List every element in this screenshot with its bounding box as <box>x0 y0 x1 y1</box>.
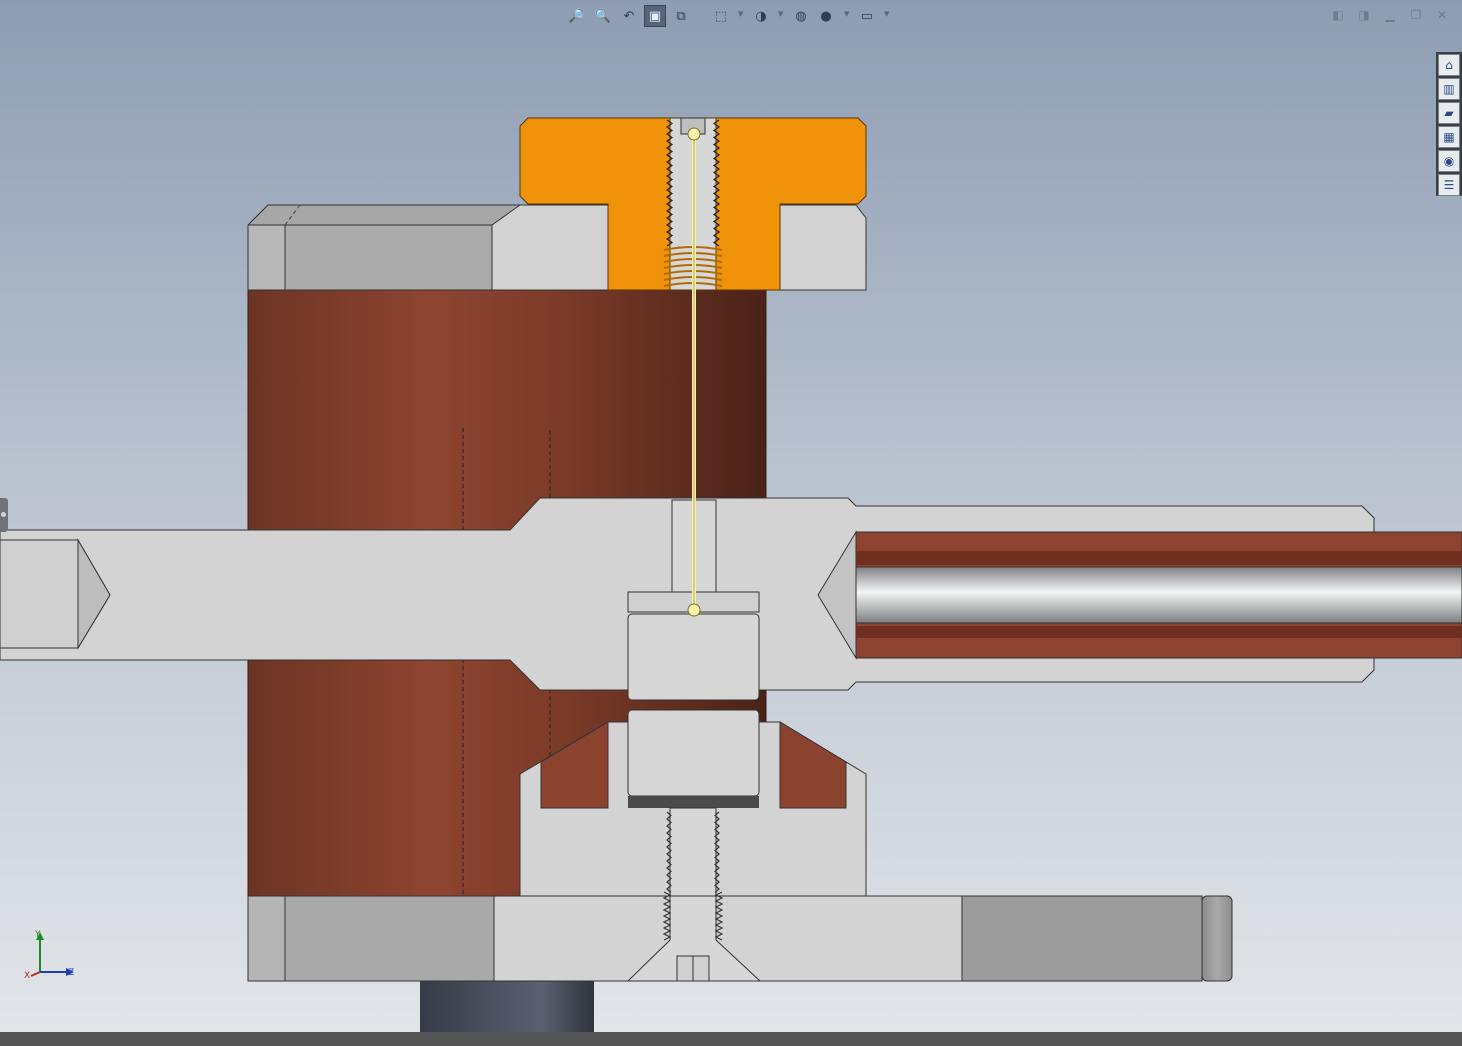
zoom-to-fit-icon[interactable]: 🔎 <box>566 5 588 27</box>
edit-appearance-dropdown-caret-icon[interactable]: ▼ <box>844 10 849 18</box>
task-pane-home-icon[interactable]: ⌂ <box>1438 54 1460 76</box>
minimize-icon[interactable]: ▁ <box>1382 7 1398 23</box>
gland-copper-right <box>779 721 847 809</box>
upper-hex-front-face <box>284 224 493 291</box>
bottom-hex-right-cylinder <box>1201 895 1233 982</box>
screw-bore <box>669 807 717 897</box>
section-view-model[interactable] <box>0 0 1462 1032</box>
task-pane-appearances-icon[interactable]: ◉ <box>1438 150 1460 172</box>
lower-insert <box>627 709 760 797</box>
lower-insert-band <box>628 796 759 808</box>
right-tube-line-top <box>856 551 1462 565</box>
zoom-to-area-icon[interactable]: 🔍 <box>592 5 614 27</box>
tile-left-icon[interactable]: ◧ <box>1330 7 1346 23</box>
hide-show-items-icon[interactable]: ◍ <box>790 5 812 27</box>
view-orientation-icon[interactable]: ⬚ <box>710 5 732 27</box>
triad-x-label: X <box>24 971 30 981</box>
restore-icon[interactable]: ❐ <box>1408 7 1424 23</box>
selected-edge-end-point[interactable] <box>687 603 701 617</box>
view-settings-icon[interactable]: ▭ <box>856 5 878 27</box>
task-pane-view-palette-icon[interactable]: ▦ <box>1438 126 1460 148</box>
right-tube-line-bottom <box>856 626 1462 638</box>
view-settings-dropdown-caret-icon[interactable]: ▼ <box>884 10 889 18</box>
selected-edge-start-point[interactable] <box>687 127 701 141</box>
feature-manager-flyout-handle[interactable] <box>0 498 8 532</box>
base-post <box>420 981 594 1032</box>
task-pane-tabs: ⌂ ▥ ▰ ▦ ◉ ☰ <box>1436 52 1462 196</box>
bottom-hex-left-edge <box>247 895 286 982</box>
upper-hex-cut-right <box>779 204 867 291</box>
task-pane-file-explorer-icon[interactable]: ▰ <box>1438 102 1460 124</box>
upper-insert <box>627 613 760 701</box>
reference-triad[interactable]: Y Z X <box>22 928 82 984</box>
bottom-hex-right <box>961 895 1203 982</box>
task-pane-custom-properties-icon[interactable]: ☰ <box>1438 174 1460 196</box>
previous-view-icon[interactable]: ↶ <box>618 5 640 27</box>
right-tube-bore <box>855 566 1462 624</box>
status-bar <box>0 1032 1462 1046</box>
edit-appearance-icon[interactable]: ● <box>815 5 837 27</box>
tile-right-icon[interactable]: ◨ <box>1356 7 1372 23</box>
section-view-icon[interactable]: ▣ <box>644 5 666 27</box>
upper-hex-cut-left <box>491 204 609 291</box>
display-style-icon[interactable]: ◑ <box>750 5 772 27</box>
graphics-area[interactable] <box>0 0 1462 1032</box>
view-orientation-dropdown-caret-icon[interactable]: ▼ <box>738 10 743 18</box>
upper-hex-left-edge <box>247 224 286 291</box>
display-style-dropdown-caret-icon[interactable]: ▼ <box>778 10 783 18</box>
triad-y-label: Y <box>34 930 41 940</box>
task-pane-design-library-icon[interactable]: ▥ <box>1438 78 1460 100</box>
dynamic-annotation-views-icon[interactable]: ⧉ <box>670 5 692 27</box>
triad-z-label: Z <box>68 968 74 978</box>
close-icon[interactable]: ✕ <box>1434 7 1450 23</box>
